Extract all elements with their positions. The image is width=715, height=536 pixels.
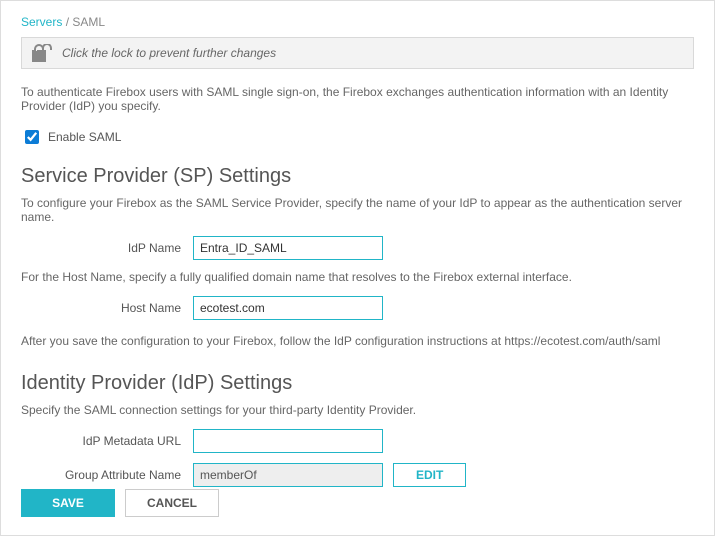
lock-bar-message: Click the lock to prevent further change… [62, 46, 276, 60]
breadcrumb: Servers / SAML [21, 15, 694, 29]
idp-name-row: IdP Name [21, 236, 694, 260]
enable-saml-row: Enable SAML [21, 127, 694, 147]
enable-saml-label: Enable SAML [48, 130, 121, 144]
enable-saml-checkbox[interactable] [25, 130, 39, 144]
idp-meta-label: IdP Metadata URL [21, 434, 193, 448]
group-attr-input [193, 463, 383, 487]
sp-heading: Service Provider (SP) Settings [21, 165, 694, 188]
breadcrumb-sep: / [66, 15, 69, 29]
idp-name-input[interactable] [193, 236, 383, 260]
sp-desc: To configure your Firebox as the SAML Se… [21, 196, 694, 224]
save-button[interactable]: SAVE [21, 489, 115, 517]
host-name-row: Host Name [21, 296, 694, 320]
lock-open-icon[interactable] [32, 44, 54, 62]
sp-after-note: After you save the configuration to your… [21, 334, 694, 348]
group-attr-label: Group Attribute Name [21, 468, 193, 482]
idp-heading: Identity Provider (IdP) Settings [21, 372, 694, 395]
edit-button[interactable]: EDIT [393, 463, 466, 487]
breadcrumb-parent-link[interactable]: Servers [21, 15, 62, 29]
intro-text: To authenticate Firebox users with SAML … [21, 85, 694, 113]
idp-desc: Specify the SAML connection settings for… [21, 403, 694, 417]
host-name-label: Host Name [21, 301, 193, 315]
host-name-input[interactable] [193, 296, 383, 320]
idp-meta-input[interactable] [193, 429, 383, 453]
breadcrumb-current: SAML [72, 15, 105, 29]
idp-name-label: IdP Name [21, 241, 193, 255]
button-bar: SAVE CANCEL [21, 489, 219, 517]
idp-meta-row: IdP Metadata URL [21, 429, 694, 453]
group-attr-row: Group Attribute Name EDIT [21, 463, 694, 487]
host-desc: For the Host Name, specify a fully quali… [21, 270, 694, 284]
lock-bar: Click the lock to prevent further change… [21, 37, 694, 69]
cancel-button[interactable]: CANCEL [125, 489, 219, 517]
page-container: Servers / SAML Click the lock to prevent… [0, 0, 715, 536]
